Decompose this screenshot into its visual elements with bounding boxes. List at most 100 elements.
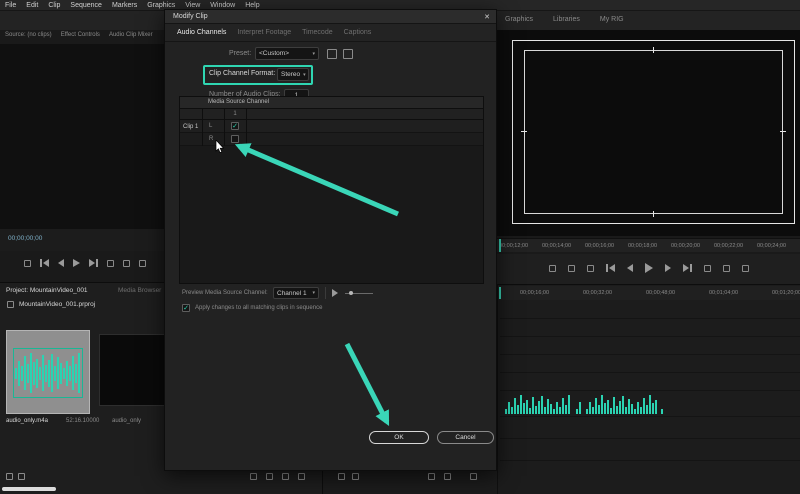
mark-in-icon[interactable]	[568, 265, 575, 272]
channel-right-checkbox[interactable]	[231, 135, 239, 143]
dialog-tab[interactable]: Timecode	[302, 29, 332, 36]
preview-play-icon[interactable]	[332, 289, 338, 297]
workspace-tab[interactable]: Libraries	[553, 16, 580, 23]
play-icon[interactable]	[645, 263, 653, 273]
save-preset-icon[interactable]	[327, 49, 337, 59]
menu-item[interactable]: Clip	[48, 2, 60, 9]
clip2-name-label[interactable]: audio_only	[112, 418, 141, 424]
delete-preset-icon[interactable]	[343, 49, 353, 59]
play-icon[interactable]	[73, 259, 80, 267]
step-forward-icon[interactable]	[89, 259, 98, 267]
menu-item[interactable]: File	[5, 2, 16, 9]
dialog-tab[interactable]: Interpret Footage	[237, 29, 291, 36]
timeline-playhead[interactable]	[499, 287, 501, 299]
timeline-snap-icon[interactable]	[352, 473, 359, 480]
audio-clip-waveform[interactable]	[505, 392, 572, 414]
program-ruler-tick: 00;00;12;00	[499, 243, 542, 249]
dialog-tabs: Audio Channels Interpret Footage Timecode C…	[165, 24, 496, 42]
preview-channel-value: Channel 1	[277, 290, 307, 297]
project-tab[interactable]: Project: MountainVideo_001	[6, 287, 88, 294]
source-panel-tab[interactable]: Audio Clip Mixer	[109, 32, 153, 38]
check-icon: ✓	[183, 305, 189, 312]
ok-button[interactable]: OK	[369, 431, 429, 444]
extract-icon[interactable]	[723, 265, 730, 272]
menu-item[interactable]: Graphics	[147, 2, 175, 9]
program-transport	[497, 254, 800, 282]
close-icon[interactable]: ✕	[484, 13, 490, 21]
overwrite-icon[interactable]	[123, 260, 130, 267]
source-panel-tab[interactable]: Effect Controls	[61, 32, 100, 38]
go-to-out-icon[interactable]	[683, 264, 692, 272]
icon-view-icon[interactable]	[18, 473, 25, 480]
menu-item[interactable]: Window	[210, 2, 235, 9]
audio-clip-waveform[interactable]	[661, 400, 666, 414]
menu-item[interactable]: Markers	[112, 2, 137, 9]
menu-item[interactable]: View	[185, 2, 200, 9]
table-header-row: Media Source Channel	[180, 97, 483, 109]
channel-left-checkbox[interactable]: ✓	[231, 122, 239, 130]
menu-item[interactable]: Sequence	[70, 2, 102, 9]
timeline-ruler-tick: 00;00;48;00	[646, 290, 709, 296]
table-header-label: Media Source Channel	[208, 99, 269, 105]
timeline-fit-icon[interactable]	[470, 473, 477, 480]
timeline-zoom-out-icon[interactable]	[428, 473, 435, 480]
preview-volume-knob[interactable]	[349, 291, 353, 295]
add-marker-icon[interactable]	[24, 260, 31, 267]
check-icon: ✓	[232, 123, 238, 130]
go-to-in-icon[interactable]	[606, 264, 615, 272]
media-browser-tab[interactable]: Media Browser	[118, 287, 161, 294]
dialog-tab[interactable]: Audio Channels	[177, 29, 226, 36]
add-marker-icon[interactable]	[549, 265, 556, 272]
premiere-app-window: File Edit Clip Sequence Markers Graphics View W…	[0, 0, 800, 494]
new-bin-icon[interactable]	[266, 473, 273, 480]
project-horizontal-scrollbar[interactable]	[2, 487, 56, 491]
list-view-icon[interactable]	[6, 473, 13, 480]
clip-row-label: Clip 1	[183, 124, 198, 130]
dialog-tab[interactable]: Captions	[344, 29, 372, 36]
audio-clip-waveform[interactable]	[586, 392, 658, 414]
program-ruler-tick: 00;00;14;00	[542, 243, 585, 249]
clip-channel-format-dropdown[interactable]: Stereo ▾	[277, 68, 309, 81]
timeline-settings-icon[interactable]	[338, 473, 345, 480]
program-ruler-tick: 00;00;16;00	[585, 243, 628, 249]
audio-clip-waveform[interactable]	[576, 396, 583, 414]
preview-channel-dropdown[interactable]: Channel 1 ▾	[273, 287, 319, 299]
insert-icon[interactable]	[107, 260, 114, 267]
step-back-icon[interactable]	[627, 264, 633, 272]
menu-item[interactable]: Edit	[26, 2, 38, 9]
source-current-timecode: 00;00;00;00	[8, 235, 42, 242]
export-frame-icon[interactable]	[139, 260, 146, 267]
preset-dropdown[interactable]: <Custom> ▾	[255, 47, 319, 60]
dialog-title-bar[interactable]: Modify Clip ✕	[165, 10, 496, 24]
program-playhead[interactable]	[499, 239, 501, 252]
automate-to-sequence-icon[interactable]	[250, 473, 257, 480]
clip-name-label[interactable]: audio_only.m4a	[6, 418, 48, 424]
cancel-button[interactable]: Cancel	[437, 431, 494, 444]
mark-out-icon[interactable]	[587, 265, 594, 272]
workspace-tab[interactable]: My RIG	[600, 16, 624, 23]
channel-left-label: L	[209, 123, 212, 129]
program-ruler[interactable]: 00;00;12;0000;00;14;0000;00;16;0000;00;1…	[497, 238, 800, 252]
source-panel-tab[interactable]: Source: (no clips)	[5, 32, 52, 38]
apply-all-checkbox[interactable]: ✓	[182, 304, 190, 312]
timeline-ruler-tick: 00;00;32;00	[583, 290, 646, 296]
delete-icon[interactable]	[298, 473, 305, 480]
timeline-ruler-tick: 00;01;20;00	[772, 290, 800, 296]
step-back-icon[interactable]	[40, 259, 49, 267]
timeline-ruler[interactable]: 00;00;16;0000;00;32;0000;00;48;0000;01;0…	[497, 286, 800, 300]
clip-thumbnail-selected[interactable]	[6, 330, 90, 414]
play-backwards-icon[interactable]	[58, 259, 64, 267]
lift-icon[interactable]	[704, 265, 711, 272]
export-frame-icon[interactable]	[742, 265, 749, 272]
safe-tick-bottom	[653, 211, 654, 217]
program-ruler-tick: 00;00;20;00	[671, 243, 714, 249]
workspace-tab[interactable]: Graphics	[505, 16, 533, 23]
workspace-tabs: Graphics Libraries My RIG	[505, 16, 624, 23]
project-file-name[interactable]: MountainVideo_001.prproj	[19, 301, 95, 308]
table-vline	[246, 109, 247, 146]
timeline-zoom-in-icon[interactable]	[444, 473, 451, 480]
new-item-icon[interactable]	[282, 473, 289, 480]
menu-item[interactable]: Help	[245, 2, 259, 9]
step-forward-icon[interactable]	[665, 264, 671, 272]
table-row-left	[180, 120, 483, 133]
